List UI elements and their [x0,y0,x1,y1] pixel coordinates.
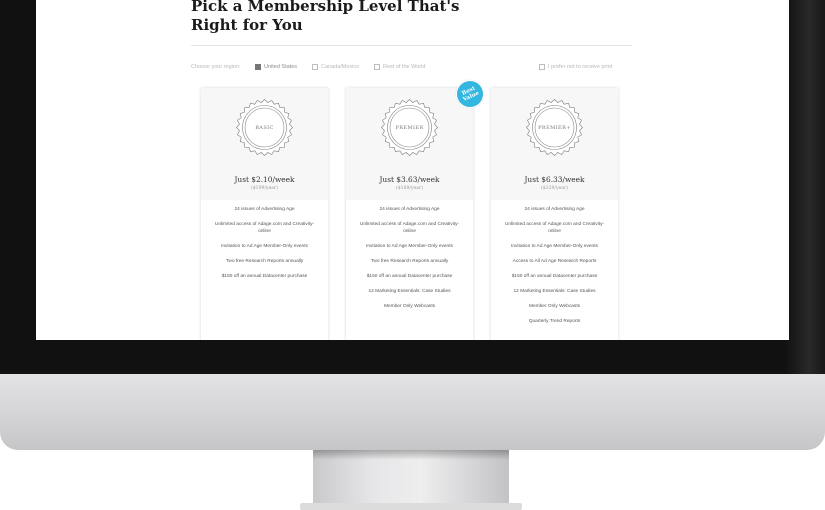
screen: Pick a Membership Level That's Right for… [36,0,789,340]
radio-checked-icon[interactable] [255,64,261,70]
region-option-label: Rest of the World [383,64,426,70]
region-selector: Choose your region: United States Canada… [191,64,631,74]
title-divider [191,45,632,46]
seal-badge-icon: PREMIER [380,98,439,157]
plan-price: Just $2.10/week [234,175,295,184]
feature-item: $150 off an annual Datacenter purchase [221,274,308,279]
region-label: Choose your region: [191,64,241,70]
feature-item: 24 issues of Advertising Age [234,207,295,212]
feature-item: Quarterly Trend Reports [528,319,581,324]
plan-header: PREMIER Just $3.63/week ($189/year) [346,88,473,200]
plan-card-premier-plus[interactable]: PREMIER+ Just $6.33/week ($329/year) 24 … [491,88,618,340]
feature-item: Two free Research Reports annually [225,259,304,264]
plan-price: Just $3.63/week [379,175,440,184]
feature-item: 24 issues of Advertising Age [379,207,440,212]
feature-item: $150 off an annual Datacenter purchase [366,274,453,279]
feature-item: Unlimited access of Adage.com and Creati… [359,222,460,234]
radio-unchecked-icon[interactable] [312,64,318,70]
seal-label: BASIC [255,124,274,131]
feature-item: Member Only Webcasts [383,304,436,309]
region-option-label: Canada/Mexico [321,64,360,70]
feature-item: 24 issues of Advertising Age [524,207,585,212]
stand-base [300,503,522,510]
no-print-checkbox[interactable]: I prefer not to receive print [539,64,612,70]
plan-yearly-price: ($189/year) [395,186,424,191]
seal-label: PREMIER [395,124,424,131]
feature-item: 12 Marketing Essentials: Case Studies [513,289,596,294]
feature-item: 12 Marketing Essentials: Case Studies [368,289,451,294]
no-print-label: I prefer not to receive print [548,64,613,70]
plan-header: BASIC Just $2.10/week ($109/year) [201,88,328,200]
checkbox-unchecked-icon[interactable] [539,64,545,70]
plan-header: PREMIER+ Just $6.33/week ($329/year) [491,88,618,200]
plan-card-premier[interactable]: PREMIER Just $3.63/week ($189/year) 24 i… [346,88,473,340]
page-title: Pick a Membership Level That's Right for… [191,0,460,34]
monitor-chin [0,374,825,450]
plan-yearly-price: ($109/year) [250,186,279,191]
region-option-canada-mexico[interactable]: Canada/Mexico [312,64,359,70]
feature-item: Member Only Webcasts [528,304,581,309]
plan-yearly-price: ($329/year) [540,186,569,191]
plan-price: Just $6.33/week [524,175,585,184]
stand-shadow [313,450,509,460]
region-option-label: United States [264,64,298,70]
feature-list: 24 issues of Advertising Age Unlimited a… [201,200,328,340]
plan-card-basic[interactable]: BASIC Just $2.10/week ($109/year) 24 iss… [201,88,328,340]
feature-item: $150 off an annual Datacenter purchase [511,274,598,279]
feature-item: Invitation to Ad Age Member-Only events [221,244,308,249]
seal-badge-icon: BASIC [235,98,294,157]
feature-item: Unlimited access of Adage.com and Creati… [504,222,605,234]
seal-badge-icon: PREMIER+ [525,98,584,157]
bezel-reflection [785,0,825,374]
region-option-rest-of-world[interactable]: Rest of the World [374,64,425,70]
region-option-united-states[interactable]: United States [255,64,297,70]
seal-label: PREMIER+ [538,124,571,131]
feature-list: 24 issues of Advertising Age Unlimited a… [346,200,473,340]
feature-list: 24 issues of Advertising Age Unlimited a… [491,200,618,340]
feature-item: Two free Research Reports annually [370,259,449,264]
feature-item: Access to All Ad Age Research Reports [512,259,597,264]
feature-item: Invitation to Ad Age Member-Only events [366,244,453,249]
feature-item: Invitation to Ad Age Member-Only events [511,244,598,249]
feature-item: Unlimited access of Adage.com and Creati… [214,222,315,234]
radio-unchecked-icon[interactable] [374,64,380,70]
